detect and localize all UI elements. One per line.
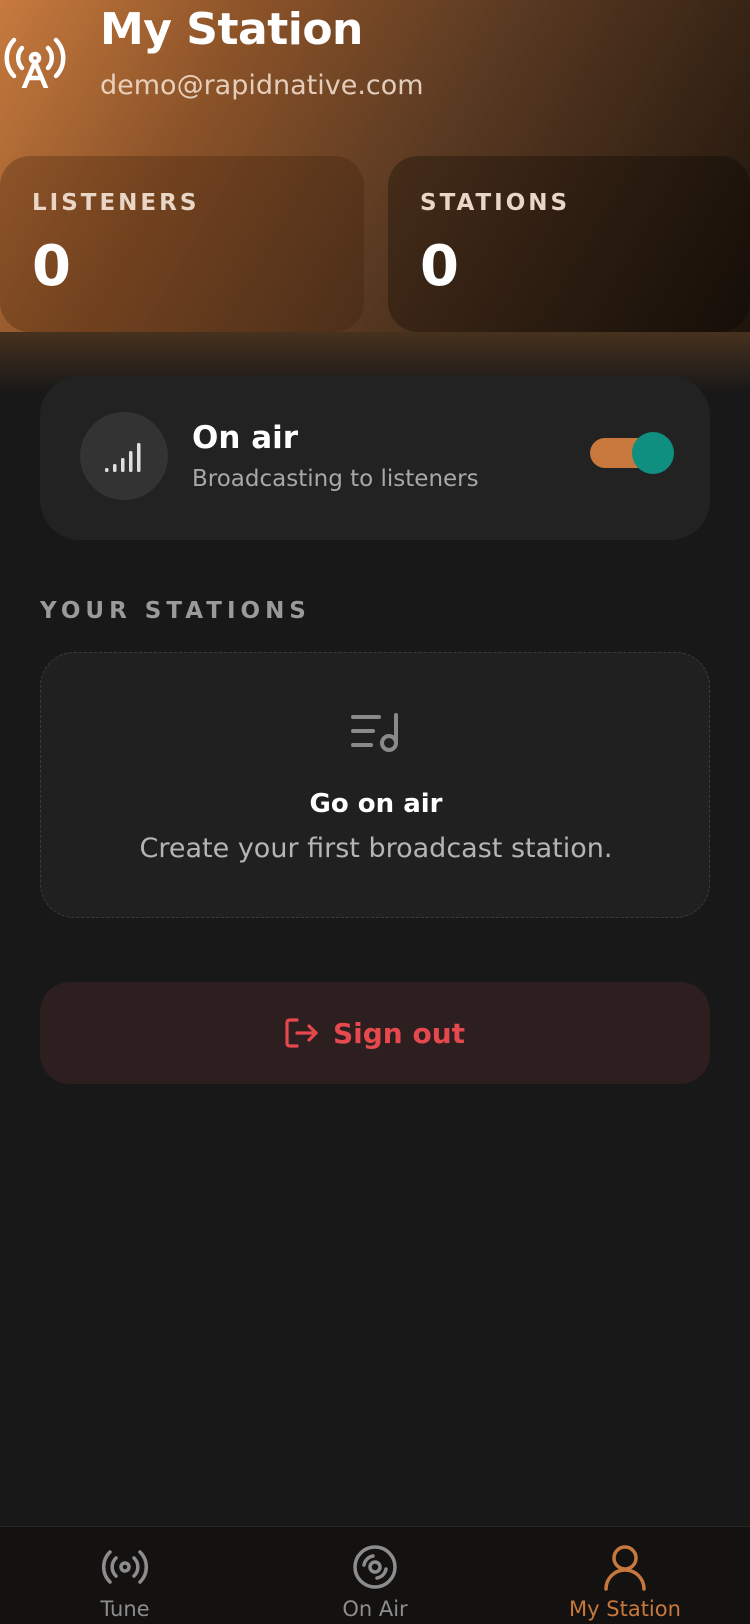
- radio-tower-icon: [4, 37, 66, 88]
- user-email: demo@rapidnative.com: [100, 70, 424, 101]
- listeners-count: 0: [32, 234, 71, 299]
- your-stations-heading: YOUR STATIONS: [40, 598, 311, 624]
- listeners-stat-card: LISTENERS 0: [0, 156, 364, 332]
- sign-out-button[interactable]: Sign out: [40, 982, 710, 1084]
- tab-my-station-label: My Station: [569, 1597, 681, 1621]
- page-title: My Station: [100, 4, 363, 55]
- tab-on-air[interactable]: On Air: [250, 1527, 500, 1624]
- stations-count: 0: [420, 234, 459, 299]
- stations-label: STATIONS: [420, 190, 571, 216]
- tab-on-air-label: On Air: [342, 1597, 408, 1621]
- app-screen: My Station demo@rapidnative.com LISTENER…: [0, 0, 750, 1624]
- user-icon: [604, 1545, 646, 1591]
- signal-icon-badge: [80, 412, 168, 500]
- sign-out-label: Sign out: [332, 1016, 466, 1050]
- listeners-label: LISTENERS: [32, 190, 200, 216]
- broadcast-icon: [102, 1550, 148, 1584]
- playlist-music-icon: [351, 713, 398, 752]
- signal-bars-icon: [105, 443, 141, 472]
- on-air-subtitle: Broadcasting to listeners: [192, 466, 479, 492]
- toggle-knob: [632, 432, 674, 474]
- stations-stat-card: STATIONS 0: [388, 156, 750, 332]
- bottom-tab-bar: Tune On Air My Station: [0, 1526, 750, 1624]
- empty-state-subtitle: Create your first broadcast station.: [139, 833, 613, 864]
- tab-tune[interactable]: Tune: [0, 1527, 250, 1624]
- on-air-card: On air Broadcasting to listeners: [40, 376, 710, 540]
- disc-icon: [353, 1545, 397, 1589]
- on-air-toggle[interactable]: [590, 432, 674, 474]
- tab-my-station[interactable]: My Station: [500, 1527, 750, 1624]
- empty-stations-card[interactable]: Go on air Create your first broadcast st…: [40, 652, 710, 918]
- tab-tune-label: Tune: [100, 1597, 150, 1621]
- on-air-title: On air: [192, 420, 299, 456]
- empty-state-title: Go on air: [309, 789, 443, 819]
- logout-icon: [285, 1018, 318, 1048]
- profile-header: My Station demo@rapidnative.com LISTENER…: [0, 0, 750, 332]
